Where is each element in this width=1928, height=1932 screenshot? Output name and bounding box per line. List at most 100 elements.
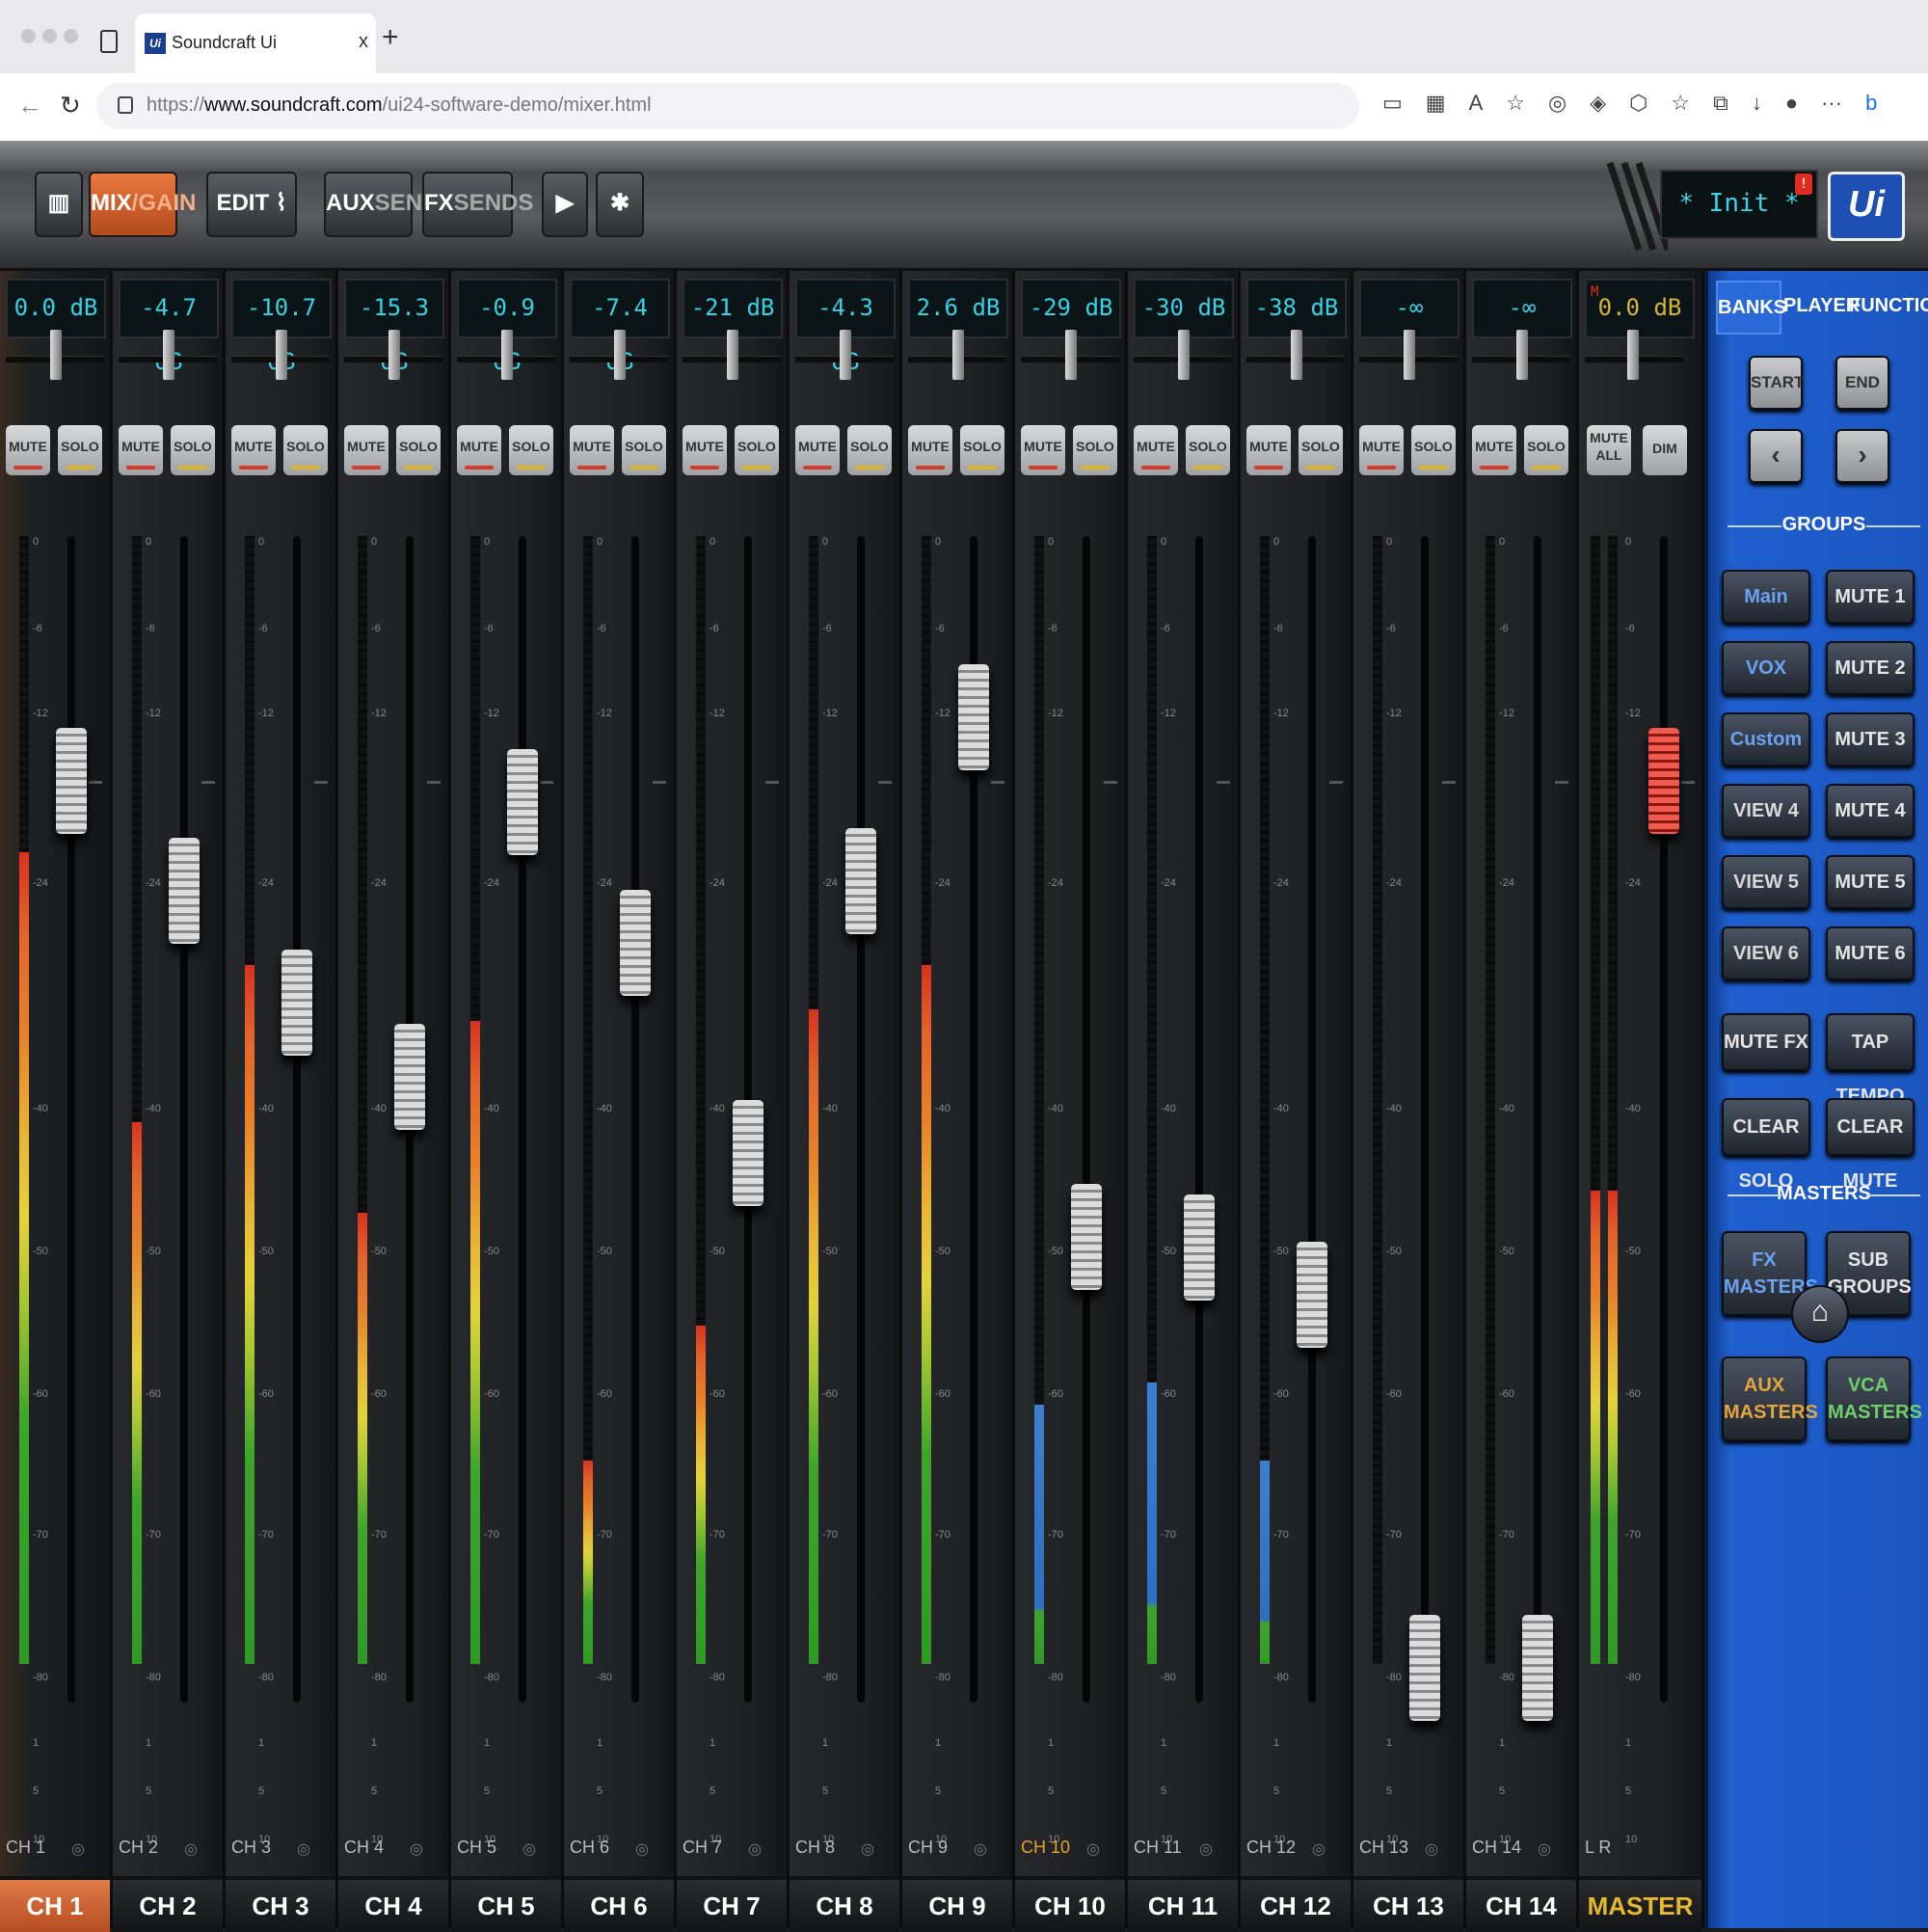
scene-name-display[interactable]: * Init *! bbox=[1660, 170, 1818, 239]
tab-player[interactable]: PLAYER bbox=[1783, 281, 1860, 331]
solo-button[interactable]: SOLO bbox=[1524, 425, 1568, 475]
link-icon[interactable]: ◎ bbox=[861, 1839, 874, 1859]
meters-view-button[interactable]: ▥ bbox=[35, 172, 83, 237]
dim-button[interactable]: DIM bbox=[1643, 425, 1687, 475]
fx-sends-button[interactable]: FXSENDS bbox=[422, 172, 533, 237]
pan-knob[interactable] bbox=[1065, 330, 1077, 380]
link-icon[interactable]: ◎ bbox=[1199, 1839, 1213, 1859]
channel-tab[interactable]: CH 2 bbox=[113, 1876, 223, 1932]
balance-slider[interactable] bbox=[1585, 330, 1683, 380]
link-icon[interactable]: ◎ bbox=[522, 1839, 536, 1859]
start-button[interactable]: START bbox=[1749, 356, 1804, 410]
mute-button[interactable]: MUTE bbox=[1359, 425, 1404, 475]
clear-mute-button[interactable]: CLEAR MUTE bbox=[1826, 1098, 1915, 1192]
group-view-button[interactable]: Custom bbox=[1722, 712, 1810, 766]
fader-knob[interactable] bbox=[733, 1100, 763, 1206]
link-icon[interactable]: ◎ bbox=[184, 1839, 198, 1859]
settings-button[interactable]: ✱ bbox=[596, 172, 644, 237]
mute-group-button[interactable]: MUTE 1 bbox=[1826, 570, 1915, 624]
pan-knob[interactable] bbox=[952, 330, 964, 380]
solo-button[interactable]: SOLO bbox=[622, 425, 666, 475]
pan-slider[interactable] bbox=[1359, 330, 1458, 380]
solo-button[interactable]: SOLO bbox=[1411, 425, 1456, 475]
play-button[interactable]: ▶ bbox=[542, 172, 588, 237]
solo-button[interactable]: SOLO bbox=[960, 425, 1004, 475]
link-icon[interactable]: ◎ bbox=[71, 1839, 85, 1859]
favorites-icon[interactable]: ☆ bbox=[1671, 91, 1690, 115]
mute-button[interactable]: MUTE bbox=[119, 425, 163, 475]
url-field[interactable]: https://www.soundcraft.com/ui24-software… bbox=[96, 83, 1359, 129]
pan-knob[interactable] bbox=[1178, 330, 1190, 380]
pan-knob[interactable] bbox=[1291, 330, 1302, 380]
channel-tab[interactable]: CH 14 bbox=[1466, 1876, 1576, 1932]
pan-slider[interactable] bbox=[1021, 330, 1119, 380]
channel-tab[interactable]: CH 6 bbox=[564, 1876, 674, 1932]
mute-button[interactable]: MUTE bbox=[683, 425, 727, 475]
pan-knob[interactable] bbox=[1404, 330, 1415, 380]
reader-icon[interactable]: ▭ bbox=[1382, 91, 1403, 115]
solo-button[interactable]: SOLO bbox=[509, 425, 553, 475]
pan-knob[interactable] bbox=[163, 330, 174, 380]
pan-knob[interactable] bbox=[501, 330, 513, 380]
aux-masters-button[interactable]: AUX MASTERS bbox=[1722, 1356, 1818, 1441]
mute-button[interactable]: MUTE bbox=[795, 425, 840, 475]
new-tab-icon[interactable]: + bbox=[382, 21, 399, 54]
browser-tab[interactable]: Ui Soundcraft Ui x bbox=[135, 13, 376, 73]
solo-button[interactable]: SOLO bbox=[847, 425, 892, 475]
link-icon[interactable]: ◎ bbox=[635, 1839, 649, 1859]
tap-tempo-button[interactable]: TAP TEMPO bbox=[1826, 1013, 1915, 1107]
channel-tab[interactable]: CH 13 bbox=[1353, 1876, 1463, 1932]
fader-knob[interactable] bbox=[169, 838, 200, 944]
more-icon[interactable]: ··· bbox=[1821, 91, 1842, 115]
fader-knob[interactable] bbox=[958, 664, 989, 770]
balance-knob[interactable] bbox=[1627, 330, 1639, 380]
fader-knob[interactable] bbox=[620, 890, 651, 996]
mute-button[interactable]: MUTE bbox=[6, 425, 50, 475]
pan-knob[interactable] bbox=[388, 330, 400, 380]
window-controls[interactable] bbox=[21, 29, 85, 48]
sidebar-toggle-icon[interactable] bbox=[100, 30, 118, 53]
master-level-display[interactable]: 0.0 dB M bbox=[1585, 279, 1695, 338]
clear-solo-button[interactable]: CLEAR SOLO bbox=[1722, 1098, 1810, 1192]
fader-knob[interactable] bbox=[394, 1024, 425, 1130]
edit-button[interactable]: EDIT ⌇ bbox=[206, 172, 297, 237]
pan-slider[interactable] bbox=[908, 330, 1006, 380]
collections-icon[interactable]: ⧉ bbox=[1713, 91, 1728, 115]
group-view-button[interactable]: VIEW 4 bbox=[1722, 784, 1810, 838]
back-icon[interactable]: ← bbox=[17, 91, 42, 121]
extension-icon[interactable]: ◈ bbox=[1590, 91, 1606, 115]
pan-knob[interactable] bbox=[840, 330, 851, 380]
link-icon[interactable]: ◎ bbox=[1312, 1839, 1326, 1859]
fader-knob[interactable] bbox=[1184, 1194, 1215, 1301]
pan-slider[interactable] bbox=[795, 330, 894, 380]
mute-all-button[interactable]: MUTE ALL bbox=[1587, 425, 1631, 475]
pan-slider[interactable] bbox=[231, 330, 330, 380]
link-icon[interactable]: ◎ bbox=[748, 1839, 762, 1859]
mute-group-button[interactable]: MUTE 3 bbox=[1826, 712, 1915, 766]
download-icon[interactable]: ↓ bbox=[1752, 91, 1762, 115]
fader-knob[interactable] bbox=[507, 749, 538, 855]
extensions-icon[interactable]: ⬡ bbox=[1629, 91, 1647, 115]
ui-logo[interactable]: Ui bbox=[1828, 172, 1905, 241]
pan-slider[interactable] bbox=[119, 330, 217, 380]
apps-icon[interactable]: ▦ bbox=[1426, 91, 1446, 115]
pan-knob[interactable] bbox=[727, 330, 738, 380]
group-view-button[interactable]: VIEW 6 bbox=[1722, 926, 1810, 980]
read-aloud-icon[interactable]: A bbox=[1469, 91, 1484, 115]
pan-slider[interactable] bbox=[1246, 330, 1345, 380]
fader-knob[interactable] bbox=[56, 728, 87, 834]
fader-knob[interactable] bbox=[1522, 1615, 1553, 1721]
pan-knob[interactable] bbox=[614, 330, 626, 380]
prev-bank-button[interactable]: ‹ bbox=[1749, 429, 1803, 483]
channel-tab[interactable]: CH 8 bbox=[790, 1876, 899, 1932]
channel-tab[interactable]: CH 5 bbox=[451, 1876, 561, 1932]
pan-slider[interactable] bbox=[1472, 330, 1570, 380]
link-icon[interactable]: ◎ bbox=[974, 1839, 987, 1859]
close-tab-icon[interactable]: x bbox=[359, 31, 368, 53]
pan-knob[interactable] bbox=[276, 330, 287, 380]
link-icon[interactable]: ◎ bbox=[1538, 1839, 1551, 1859]
reload-icon[interactable]: ↻ bbox=[60, 91, 81, 121]
link-icon[interactable]: ◎ bbox=[410, 1839, 423, 1859]
extension-icon[interactable]: ◎ bbox=[1548, 91, 1566, 115]
solo-button[interactable]: SOLO bbox=[1073, 425, 1117, 475]
